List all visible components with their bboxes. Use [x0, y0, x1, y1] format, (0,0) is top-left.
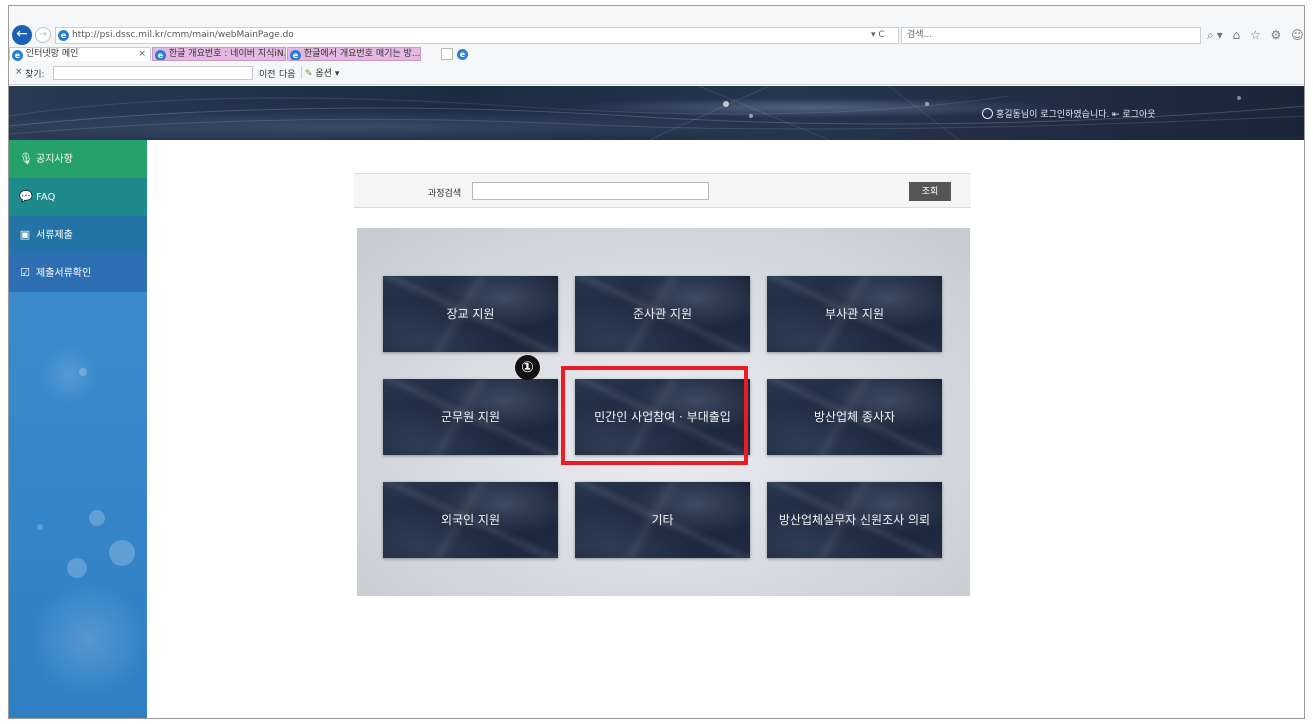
- close-icon[interactable]: ×: [138, 48, 146, 61]
- tile-label: 부사관 지원: [824, 307, 884, 321]
- tile-defense-background-check[interactable]: 방산업체실무자 신원조사 의뢰: [767, 482, 942, 558]
- sidebar-item-submit-documents[interactable]: ▣ 서류제출: [9, 216, 147, 254]
- screenshot-frame: – ❐ ✕ ← → e http://psi.dssc.mil.kr/cmm/m…: [8, 5, 1305, 719]
- tab-naver[interactable]: e 한글 개요번호 : 네이버 지식iN...: [152, 47, 286, 61]
- search-button[interactable]: 조회: [909, 182, 951, 201]
- sidebar-item-label: 제출서류확인: [36, 268, 92, 279]
- refresh-dropdown[interactable]: ▾ C: [871, 30, 885, 40]
- tab-label: 한글에서 개요번호 매기는 방...: [303, 49, 421, 59]
- tile-label: 군무원 지원: [440, 410, 500, 424]
- address-bar[interactable]: e http://psi.dssc.mil.kr/cmm/main/webMai…: [55, 27, 899, 44]
- close-find-icon[interactable]: ×: [15, 67, 23, 77]
- tab-main[interactable]: e 인터넷망 메인 ×: [9, 47, 151, 61]
- tab-label: 한글 개요번호 : 네이버 지식iN...: [168, 49, 286, 59]
- user-icon: [982, 108, 993, 119]
- ie-logo-icon: e: [457, 48, 468, 60]
- site-header: 홍길동님이 로그인하였습니다. ⇤ 로그아웃: [9, 86, 1304, 140]
- logout-button[interactable]: ⇤ 로그아웃: [1112, 107, 1156, 120]
- decor-dot: [109, 540, 135, 566]
- ie-tab-icon: e: [155, 50, 166, 60]
- tile-officer[interactable]: 장교 지원: [383, 276, 558, 352]
- sidebar-item-notice[interactable]: 🎙 공지사항: [9, 140, 147, 178]
- browser-chrome: – ❐ ✕ ← → e http://psi.dssc.mil.kr/cmm/m…: [9, 6, 1304, 85]
- highlight-pen-icon: ✎: [305, 69, 316, 79]
- sidebar-item-faq[interactable]: 💬 FAQ: [9, 178, 147, 216]
- microphone-icon: 🎙: [19, 152, 33, 165]
- tile-label: 방산업체 종사자: [813, 410, 896, 424]
- tile-label: 외국인 지원: [440, 513, 500, 527]
- tile-label: 방산업체실무자 신원조사 의뢰: [778, 513, 931, 527]
- tab-label: 인터넷망 메인: [25, 49, 79, 59]
- sidebar-item-label: 공지사항: [36, 154, 73, 165]
- user-status: 홍길동님이 로그인하였습니다.: [982, 107, 1109, 120]
- annotation-highlight-box: [561, 366, 748, 465]
- tile-nco[interactable]: 부사관 지원: [767, 276, 942, 352]
- annotation-step-marker: ①: [515, 355, 540, 380]
- url-text: http://psi.dssc.mil.kr/cmm/main/webMainP…: [72, 30, 294, 40]
- tab-strip: e 인터넷망 메인 × e 한글 개요번호 : 네이버 지식iN... e 한글…: [9, 47, 1304, 61]
- sidebar-item-label: 서류제출: [36, 230, 73, 241]
- browser-search-input[interactable]: 검색...: [901, 27, 1201, 44]
- decor-dot: [37, 524, 43, 530]
- sidebar-item-label: FAQ: [36, 192, 56, 203]
- back-button[interactable]: ←: [12, 25, 32, 45]
- chat-icon: 💬: [19, 190, 33, 203]
- tile-defense-industry-worker[interactable]: 방산업체 종사자: [767, 379, 942, 455]
- decor-dot: [79, 368, 87, 376]
- tab-hangul[interactable]: e 한글에서 개요번호 매기는 방...: [287, 47, 421, 61]
- user-status-text: 홍길동님이 로그인하였습니다.: [996, 110, 1110, 120]
- forward-button[interactable]: →: [35, 27, 51, 43]
- sidebar-item-check-documents[interactable]: ☑ 제출서류확인: [9, 254, 147, 292]
- toolbar-icons[interactable]: ⌕▾ ⌂ ☆ ⚙ ☺: [1207, 28, 1304, 43]
- new-tab-button[interactable]: [441, 48, 453, 60]
- find-next-button[interactable]: 다음: [279, 67, 296, 80]
- find-prev-button[interactable]: 이전: [259, 67, 276, 80]
- tile-foreigner[interactable]: 외국인 지원: [383, 482, 558, 558]
- find-input[interactable]: [53, 66, 253, 80]
- find-options-button[interactable]: ✎ 옵션 ▾: [301, 66, 342, 79]
- tile-other[interactable]: 기타: [575, 482, 750, 558]
- header-background-art: [9, 86, 1304, 140]
- ie-tab-icon: e: [290, 50, 301, 60]
- logout-icon: ⇤: [1112, 110, 1123, 120]
- ie-tab-icon: e: [12, 50, 23, 61]
- decor-dot: [67, 558, 87, 578]
- sidebar: 🎙 공지사항 💬 FAQ ▣ 서류제출 ☑ 제출서류확인: [9, 140, 147, 718]
- tile-warrant-officer[interactable]: 준사관 지원: [575, 276, 750, 352]
- document-submit-icon: ▣: [19, 228, 31, 241]
- find-label: 찾기:: [25, 70, 45, 80]
- arrow-right-icon: →: [38, 29, 48, 40]
- course-search-input[interactable]: [472, 182, 709, 200]
- checklist-icon: ☑: [20, 266, 30, 279]
- address-row: ← → e http://psi.dssc.mil.kr/cmm/main/we…: [9, 24, 1304, 46]
- tile-label: 장교 지원: [446, 307, 495, 321]
- tile-label: 기타: [651, 513, 674, 527]
- find-bar: × 찾기: 이전 다음 ✎ 옵션 ▾: [9, 64, 1304, 82]
- course-search-label: 과정검색: [428, 189, 462, 199]
- tile-label: 준사관 지원: [632, 307, 692, 321]
- decor-dot: [89, 510, 105, 526]
- tile-civilian-employee[interactable]: 군무원 지원: [383, 379, 558, 455]
- course-search-bar: 과정검색 조회: [354, 173, 971, 208]
- ie-page-icon: e: [58, 30, 69, 41]
- arrow-left-icon: ←: [16, 26, 28, 42]
